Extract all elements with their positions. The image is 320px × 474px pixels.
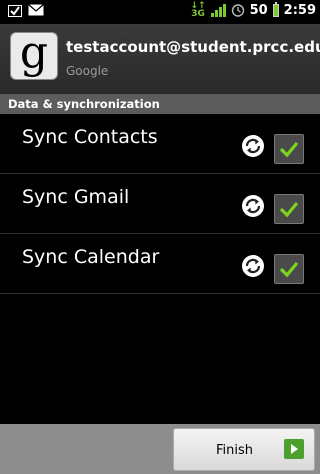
battery-icon	[272, 1, 279, 17]
section-header: Data & synchronization	[0, 94, 320, 114]
check-icon	[279, 261, 299, 278]
finish-label: Finish	[216, 443, 254, 458]
google-account-icon: g	[10, 31, 58, 80]
sync-gmail-checkbox[interactable]	[274, 194, 304, 224]
alarm-icon	[231, 4, 244, 17]
sync-contacts-checkbox[interactable]	[274, 134, 304, 164]
email-icon	[28, 4, 44, 16]
checklist-icon	[8, 5, 22, 17]
battery-level: 50	[249, 2, 268, 18]
clock: 2:59	[283, 2, 316, 18]
sync-calendar-label: Sync Calendar	[22, 246, 160, 268]
network-type-icon: ↓↑ 3G	[190, 1, 206, 19]
check-icon	[279, 201, 299, 218]
account-email: testaccount@student.prcc.edu	[66, 38, 320, 56]
sync-calendar-checkbox[interactable]	[274, 254, 304, 284]
account-provider: Google	[66, 64, 109, 78]
signal-strength-icon	[210, 3, 226, 17]
account-header: g testaccount@student.prcc.edu Google	[0, 24, 320, 94]
bottom-bar: Finish	[0, 424, 320, 474]
sync-icon	[242, 255, 264, 277]
next-arrow-icon	[284, 439, 304, 459]
sync-gmail-row[interactable]: Sync Gmail	[0, 174, 320, 234]
sync-gmail-label: Sync Gmail	[22, 186, 130, 208]
sync-contacts-label: Sync Contacts	[22, 126, 158, 148]
sync-icon	[242, 195, 264, 217]
finish-button[interactable]: Finish	[173, 428, 315, 471]
sync-calendar-row[interactable]: Sync Calendar	[0, 234, 320, 294]
sync-icon	[242, 135, 264, 157]
check-icon	[279, 141, 299, 158]
status-bar: ↓↑ 3G 50 2:59	[0, 0, 320, 24]
sync-contacts-row[interactable]: Sync Contacts	[0, 114, 320, 174]
